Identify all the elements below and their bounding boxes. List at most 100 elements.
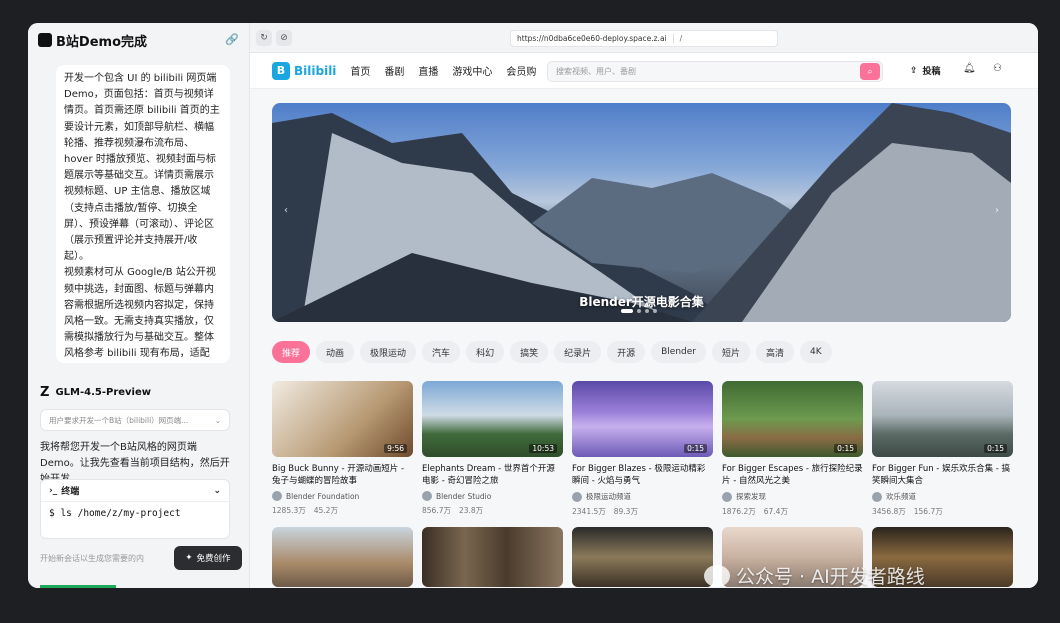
nav-item-home[interactable]: 首页 [350, 63, 370, 78]
carousel-dot[interactable] [637, 309, 641, 313]
bilibili-logo-icon[interactable]: B [272, 61, 290, 80]
avatar [722, 491, 732, 502]
thinking-collapsible[interactable]: 用户要求开发一个B站（bilibili）网页端... ⌄ [40, 409, 230, 431]
video-card[interactable]: 10:53 Elephants Dream - 世界首个开源电影 - 奇幻冒险之… [422, 381, 563, 516]
category-chip[interactable]: 推荐 [272, 341, 311, 363]
video-stats: 856.7万 23.8万 [422, 505, 563, 516]
site-navbar: B Bilibili 首页 番剧 直播 游戏中心 会员购 搜索视频、用户、番剧 … [250, 53, 1038, 89]
video-thumbnail[interactable] [272, 527, 413, 587]
progress-strip [40, 585, 116, 588]
app-window: B站Demo完成 🔗 开发一个包含 UI 的 bilibili 网页端 Demo… [28, 23, 1038, 588]
avatar [572, 491, 582, 502]
video-author[interactable]: Blender Studio [422, 491, 563, 501]
wechat-icon [704, 564, 730, 587]
like-count: 45.2万 [313, 506, 338, 515]
user-icon[interactable]: ⚇ [993, 63, 1002, 74]
nav-item-shop[interactable]: 会员购 [506, 63, 536, 78]
compass-icon[interactable]: ⊘ [276, 29, 292, 46]
video-author[interactable]: 欢乐频道 [872, 491, 1013, 502]
terminal-block: ›_ 终端 ⌄ $ ls /home/z/my-project [40, 479, 230, 539]
category-chip[interactable]: 纪录片 [554, 341, 602, 363]
chat-input[interactable]: 开始新会话以生成您需要的内 [36, 553, 174, 564]
category-chip[interactable]: 动画 [316, 341, 355, 363]
carousel-dot[interactable] [621, 309, 633, 313]
model-name: GLM-4.5-Preview [55, 387, 151, 398]
video-card[interactable]: 0:15 For Bigger Fun - 娱乐欢乐合集 - 搞笑瞬间大集合 欢… [872, 381, 1013, 517]
banner-carousel[interactable]: ‹ › Blender开源电影合集 [272, 103, 1011, 322]
like-count: 67.4万 [763, 507, 788, 516]
video-thumbnail[interactable]: 10:53 [422, 381, 563, 457]
video-duration: 0:15 [684, 444, 707, 453]
upload-label: 投稿 [922, 67, 941, 77]
user-message-paragraph: 视频素材可从 Google/B 站公开视频中挑选，封面图、标题与弹幕内容需根据所… [64, 267, 216, 360]
category-chip[interactable]: 高清 [756, 341, 795, 363]
category-chip[interactable]: 汽车 [422, 341, 461, 363]
user-message-paragraph: 开发一个包含 UI 的 bilibili 网页端 Demo，页面包括：首页与视频… [64, 73, 220, 263]
video-author[interactable]: 极限运动频道 [572, 491, 713, 502]
video-author[interactable]: Blender Foundation [272, 491, 413, 501]
video-card[interactable]: 0:15 For Bigger Escapes - 旅行探险纪录片 - 自然风光… [722, 381, 863, 517]
category-chip[interactable]: 4K [800, 341, 832, 363]
chevron-left-icon[interactable]: ‹ [284, 205, 288, 216]
video-thumbnail[interactable]: 0:15 [572, 381, 713, 457]
video-stats: 1876.2万 67.4万 [722, 506, 863, 517]
upload-button[interactable]: ⇪ 投稿 [910, 64, 941, 78]
view-count: 2341.5万 [572, 507, 606, 516]
nav-item-games[interactable]: 游戏中心 [452, 63, 492, 78]
terminal-header[interactable]: ›_ 终端 ⌄ [41, 480, 229, 502]
avatar [272, 491, 282, 501]
category-chip[interactable]: 极限运动 [360, 341, 417, 363]
video-title[interactable]: For Bigger Escapes - 旅行探险纪录片 - 自然风光之美 [722, 463, 863, 487]
bilibili-site: B Bilibili 首页 番剧 直播 游戏中心 会员购 搜索视频、用户、番剧 … [250, 53, 1038, 588]
video-duration: 0:15 [834, 444, 857, 453]
category-chip[interactable]: 科幻 [466, 341, 505, 363]
category-chip[interactable]: 短片 [712, 341, 751, 363]
category-chip[interactable]: 搞笑 [510, 341, 549, 363]
create-button[interactable]: ✦ 免费创作 [174, 546, 242, 570]
video-stats: 3456.8万 156.7万 [872, 506, 1013, 517]
category-chip[interactable]: Blender [651, 341, 706, 363]
app-logo-icon [38, 33, 52, 47]
chevron-down-icon: ⌄ [213, 485, 221, 496]
address-bar[interactable]: https://n0dba6ce0e60-deploy.space.z.ai / [510, 30, 778, 47]
category-chip[interactable]: 开源 [607, 341, 646, 363]
video-thumbnail[interactable] [572, 527, 713, 587]
view-count: 3456.8万 [872, 507, 906, 516]
view-count: 1876.2万 [722, 507, 756, 516]
z-logo-icon: Z [40, 385, 50, 400]
nav-item-anime[interactable]: 番剧 [384, 63, 404, 78]
refresh-icon[interactable]: ↻ [256, 29, 272, 46]
user-message: 开发一个包含 UI 的 bilibili 网页端 Demo，页面包括：首页与视频… [56, 65, 230, 363]
terminal-command: $ ls /home/z/my-project [49, 508, 181, 519]
carousel-dot[interactable] [653, 309, 657, 313]
video-thumbnail[interactable]: 0:15 [872, 381, 1013, 457]
brand-name[interactable]: Bilibili [294, 64, 336, 78]
video-thumbnail[interactable] [422, 527, 563, 587]
nav-item-live[interactable]: 直播 [418, 63, 438, 78]
thinking-text: 用户要求开发一个B站（bilibili）网页端... [49, 415, 189, 425]
bell-icon[interactable]: 🔔︎ [963, 63, 976, 74]
chat-input-bar: 开始新会话以生成您需要的内 ✦ 免费创作 [36, 543, 242, 573]
video-title[interactable]: For Bigger Fun - 娱乐欢乐合集 - 搞笑瞬间大集合 [872, 463, 1013, 487]
video-title[interactable]: For Bigger Blazes - 极限运动精彩瞬间 - 火焰与勇气 [572, 463, 713, 487]
chevron-right-icon[interactable]: › [995, 205, 999, 216]
search-input[interactable]: 搜索视频、用户、番剧 [548, 66, 860, 77]
like-count: 23.8万 [458, 506, 484, 515]
video-title[interactable]: Elephants Dream - 世界首个开源电影 - 奇幻冒险之旅 [422, 463, 563, 487]
url-path: / [672, 34, 682, 43]
video-card[interactable]: 0:15 For Bigger Blazes - 极限运动精彩瞬间 - 火焰与勇… [572, 381, 713, 517]
avatar [872, 491, 882, 502]
terminal-title: 终端 [61, 487, 80, 497]
watermark-text: 公众号 · AI开发者路线 [736, 566, 925, 588]
video-title[interactable]: Big Buck Bunny - 开源动画短片 - 兔子与蝴蝶的冒险故事 [272, 463, 413, 487]
banner-image [272, 103, 1011, 322]
link-icon[interactable]: 🔗 [225, 33, 239, 47]
chat-header: B站Demo完成 🔗 [28, 23, 249, 57]
carousel-dot[interactable] [645, 309, 649, 313]
search-icon[interactable]: ⌕ [860, 63, 880, 80]
author-name: Blender Studio [436, 491, 492, 501]
video-thumbnail[interactable]: 9:56 [272, 381, 413, 457]
video-card[interactable]: 9:56 Big Buck Bunny - 开源动画短片 - 兔子与蝴蝶的冒险故… [272, 381, 413, 516]
video-author[interactable]: 探索发现 [722, 491, 863, 502]
video-thumbnail[interactable]: 0:15 [722, 381, 863, 457]
